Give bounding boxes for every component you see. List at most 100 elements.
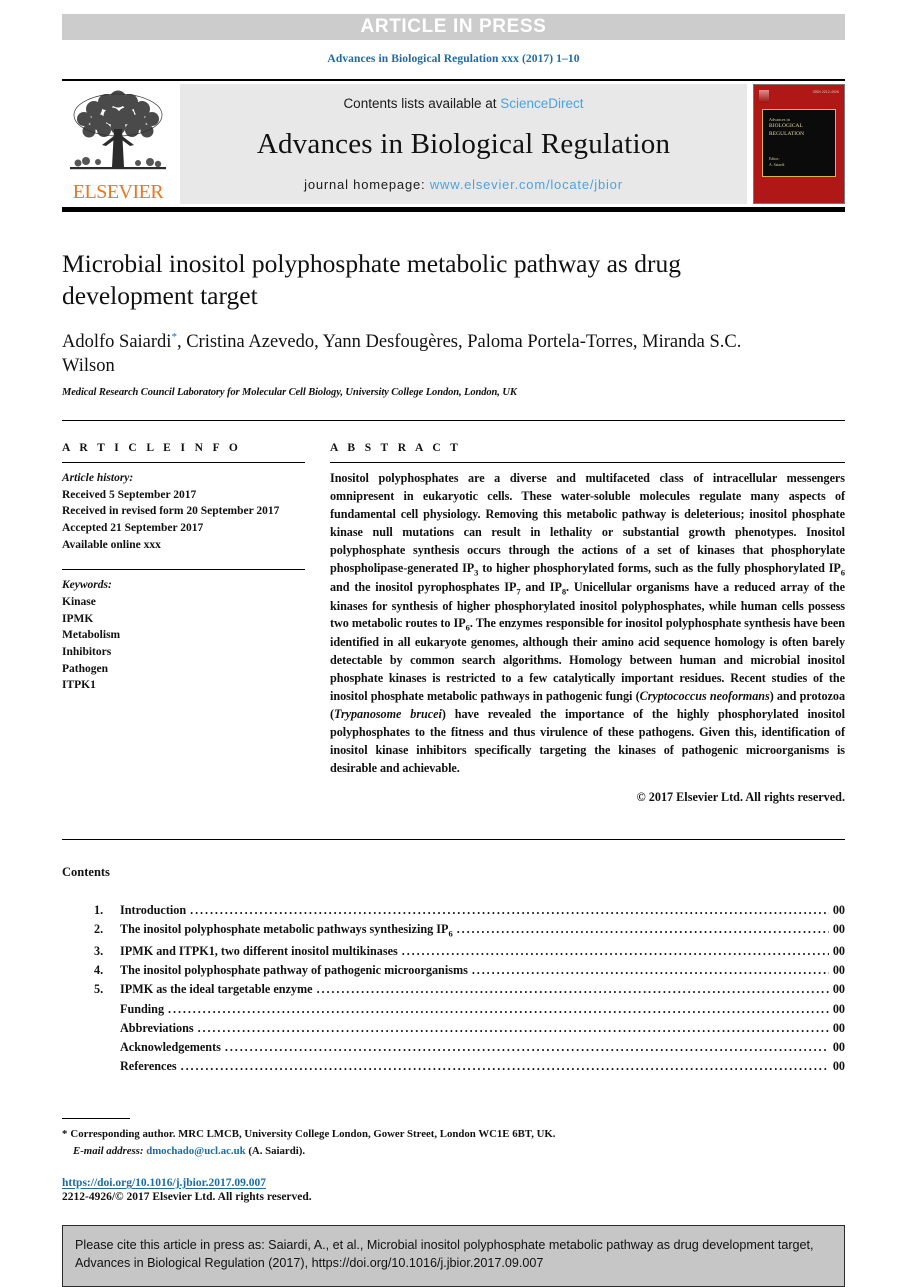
- email-address-link[interactable]: dmochado@ucl.ac.uk: [146, 1145, 245, 1157]
- info-abstract-columns: A R T I C L E I N F O Article history: R…: [62, 442, 845, 805]
- keyword-item: Inhibitors: [62, 646, 112, 659]
- elsevier-wordmark: ELSEVIER: [72, 181, 164, 203]
- email-attribution: (A. Saiardi).: [248, 1144, 306, 1157]
- toc-label[interactable]: IPMK as the ideal targetable enzyme: [120, 983, 313, 995]
- article-info-heading: A R T I C L E I N F O: [62, 442, 242, 454]
- toc-label[interactable]: Funding: [120, 1002, 164, 1014]
- masthead-center-panel: Contents lists available at ScienceDirec…: [180, 84, 747, 204]
- toc-row[interactable]: 1. Introduction..........................…: [94, 904, 845, 916]
- history-revised: Received in revised form 20 September 20…: [62, 505, 280, 518]
- toc-row[interactable]: Acknowledgements........................…: [94, 1041, 845, 1053]
- toc-label[interactable]: The inositol polyphosphate pathway of pa…: [120, 964, 468, 976]
- journal-title: Advances in Biological Regulation: [256, 127, 671, 160]
- title-block: Microbial inositol polyphosphate metabol…: [62, 248, 845, 398]
- toc-row[interactable]: References..............................…: [94, 1060, 845, 1072]
- cover-elsevier-icon: [759, 90, 769, 103]
- doi-link[interactable]: https://doi.org/10.1016/j.jbior.2017.09.…: [62, 1177, 845, 1189]
- toc-number: 4.: [94, 963, 104, 978]
- toc-row[interactable]: 2. The inositol polyphosphate metabolic p…: [94, 923, 845, 938]
- journal-homepage-line: journal homepage: www.elsevier.com/locat…: [304, 177, 623, 192]
- toc-page-number: 00: [832, 982, 845, 997]
- keyword-item: ITPK1: [62, 679, 96, 692]
- abstract-copyright: © 2017 Elsevier Ltd. All rights reserved…: [636, 789, 845, 804]
- article-in-press-banner: ARTICLE IN PRESS: [62, 14, 845, 40]
- citation-notice-box: Please cite this article in press as: Sa…: [62, 1224, 845, 1287]
- toc-page-number: 00: [832, 1040, 845, 1055]
- article-in-press-label: ARTICLE IN PRESS: [360, 16, 547, 37]
- abstract-column: A B S T R A C T Inositol polyphosphates …: [330, 442, 845, 805]
- abstract-text: Inositol polyphosphates are a diverse an…: [330, 471, 845, 775]
- contents-available-prefix: Contents lists available at: [343, 96, 501, 111]
- toc-label[interactable]: Introduction: [120, 904, 186, 916]
- article-info-column: A R T I C L E I N F O Article history: R…: [62, 442, 305, 805]
- toc-page-number: 00: [832, 922, 845, 937]
- toc-dot-leader: ........................................…: [471, 964, 829, 977]
- email-address-label: E-mail address:: [73, 1144, 144, 1157]
- journal-homepage-prefix: journal homepage:: [304, 177, 430, 192]
- toc-page-number: 00: [832, 1001, 845, 1016]
- toc-label[interactable]: Acknowledgements: [120, 1041, 221, 1053]
- journal-masthead: ELSEVIER Contents lists available at Sci…: [62, 84, 845, 204]
- abstract-heading: A B S T R A C T: [330, 442, 462, 454]
- article-history-label: Article history:: [62, 472, 134, 484]
- cover-editor-block: Editor: A. Saiardi: [769, 156, 784, 168]
- toc-label[interactable]: References: [120, 1060, 177, 1072]
- toc-dot-leader: ........................................…: [180, 1060, 829, 1073]
- toc-dot-leader: ........................................…: [401, 945, 829, 958]
- above-info-rule: [62, 420, 845, 421]
- corresponding-author-footnote: * Corresponding author. MRC LMCB, Univers…: [62, 1126, 845, 1158]
- cover-issn-label: ISSN 2212-4926: [812, 90, 839, 94]
- cover-title-box: Advances in BIOLOGICAL REGULATION Editor…: [762, 109, 836, 177]
- issn-copyright-line: 2212-4926/© 2017 Elsevier Ltd. All right…: [62, 1190, 312, 1203]
- toc-number: 1.: [94, 902, 104, 917]
- toc-label[interactable]: Abbreviations: [120, 1022, 194, 1034]
- journal-homepage-link[interactable]: www.elsevier.com/locate/jbior: [430, 177, 623, 192]
- contents-available-line: Contents lists available at ScienceDirec…: [343, 96, 583, 111]
- toc-row[interactable]: 4. The inositol polyphosphate pathway of …: [94, 964, 845, 976]
- toc-page-number: 00: [832, 1020, 845, 1035]
- toc-dot-leader: ........................................…: [197, 1021, 829, 1035]
- cover-title-line2: BIOLOGICAL REGULATION: [769, 123, 805, 137]
- toc-row[interactable]: 3. IPMK and ITPK1, two different inositol…: [94, 945, 845, 957]
- history-accepted: Accepted 21 September 2017: [62, 522, 204, 535]
- keyword-item: IPMK: [62, 612, 94, 625]
- abstract-rule: [330, 462, 845, 463]
- toc-dot-leader: ........................................…: [190, 903, 829, 917]
- toc-page-number: 00: [832, 902, 845, 917]
- toc-label[interactable]: IPMK and ITPK1, two different inositol m…: [120, 945, 398, 957]
- footnote-star-marker: *: [62, 1128, 68, 1141]
- article-first-page: ARTICLE IN PRESS Advances in Biological …: [0, 14, 907, 1287]
- corresponding-author-text: Corresponding author. MRC LMCB, Universi…: [70, 1128, 556, 1141]
- elsevier-tree-icon: [70, 90, 166, 170]
- above-contents-rule: [62, 838, 845, 840]
- toc-dot-leader: ........................................…: [224, 1041, 829, 1054]
- cover-editor-name: A. Saiardi: [769, 162, 785, 167]
- contents-heading: Contents: [62, 864, 110, 879]
- keyword-item: Pathogen: [62, 662, 108, 675]
- author-list: Adolfo Saiardi*, Cristina Azevedo, Yann …: [62, 330, 792, 378]
- journal-cover-thumbnail: ISSN 2212-4926 Advances in BIOLOGICAL RE…: [753, 84, 845, 204]
- toc-number: 5.: [94, 982, 104, 997]
- sciencedirect-link[interactable]: ScienceDirect: [500, 96, 583, 111]
- toc-page-number: 00: [832, 944, 845, 959]
- toc-row[interactable]: 5. IPMK as the ideal targetable enzyme...…: [94, 983, 845, 995]
- toc-label[interactable]: The inositol polyphosphate metabolic pat…: [120, 923, 453, 938]
- history-available-online: Available online xxx: [62, 538, 161, 551]
- citation-notice-text: Please cite this article in press as: Sa…: [75, 1237, 814, 1271]
- toc-dot-leader: ........................................…: [168, 1002, 829, 1015]
- elsevier-logo: ELSEVIER: [62, 84, 174, 204]
- toc-dot-leader: ........................................…: [316, 983, 829, 996]
- keyword-item: Kinase: [62, 596, 96, 609]
- running-head: Advances in Biological Regulation xxx (2…: [327, 53, 580, 65]
- author-first: Adolfo Saiardi: [62, 331, 172, 352]
- author-affiliation: Medical Research Council Laboratory for …: [62, 387, 517, 398]
- masthead-bottom-rule: [62, 207, 845, 212]
- toc-row[interactable]: Abbreviations...........................…: [94, 1022, 845, 1034]
- history-received: Received 5 September 2017: [62, 488, 197, 501]
- article-info-rule: [62, 462, 305, 463]
- toc-row[interactable]: Funding.................................…: [94, 1001, 845, 1016]
- toc-number: 2.: [94, 922, 104, 937]
- article-title: Microbial inositol polyphosphate metabol…: [62, 249, 681, 310]
- keyword-item: Metabolism: [62, 629, 121, 642]
